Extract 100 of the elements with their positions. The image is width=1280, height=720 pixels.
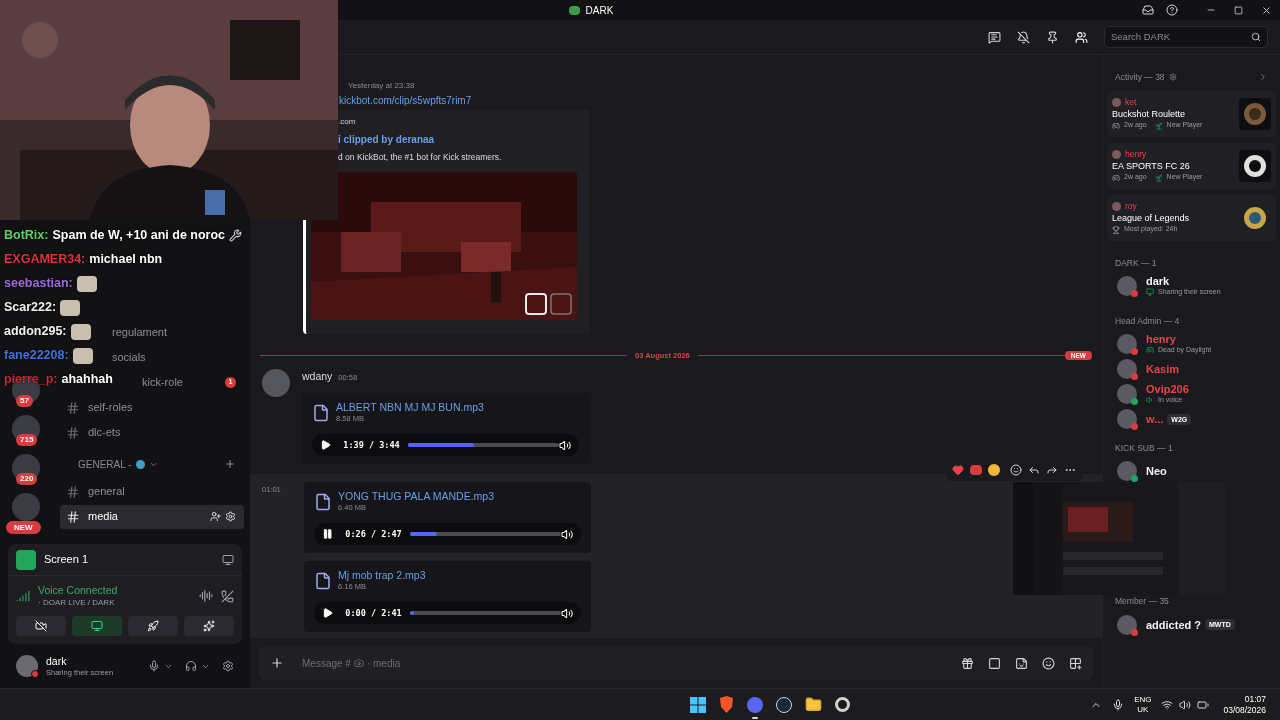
gift-icon[interactable] (961, 656, 974, 670)
chat-message: ahahhah (61, 371, 113, 389)
shield-app-icon[interactable] (719, 696, 735, 713)
forward-icon[interactable] (1046, 464, 1058, 476)
stop-stream-icon[interactable] (222, 553, 234, 566)
member-name: w... (1146, 413, 1164, 425)
language-code[interactable]: ENG (1134, 694, 1152, 705)
progress-track[interactable] (409, 611, 561, 615)
noise-icon[interactable] (199, 589, 213, 603)
microphone-icon[interactable] (1112, 698, 1125, 711)
embed-title[interactable]: i clipped by deranaa (338, 132, 590, 147)
search-field[interactable]: Search DARK (1104, 26, 1268, 48)
play-icon[interactable] (322, 607, 334, 619)
file-name-link[interactable]: ALBERT NBN MJ MJ BUN.mp3 (336, 401, 484, 414)
mute-icon[interactable] (1017, 30, 1030, 44)
audio-file-icon (314, 492, 332, 511)
attach-icon[interactable] (270, 656, 284, 670)
audio-file-icon (312, 403, 330, 422)
mention-count: 715 (16, 434, 38, 446)
wifi-icon[interactable] (1161, 698, 1174, 711)
chevron-right-icon[interactable] (1258, 72, 1268, 82)
apps-icon[interactable] (1069, 656, 1082, 670)
activity-user: henry (1125, 149, 1147, 161)
clip-link[interactable]: kickbot.com/clip/s5wpfts7rim7 (339, 95, 472, 106)
voice-control-button[interactable] (128, 616, 178, 636)
region-code[interactable]: UK (1137, 704, 1149, 715)
member-avatar (1117, 276, 1137, 297)
voice-channel[interactable]: · DOAR LIVE / DARK (38, 597, 118, 608)
members-icon[interactable] (1075, 30, 1088, 44)
category-label[interactable]: GENERAL - (78, 456, 132, 472)
reply-icon[interactable] (1028, 464, 1040, 476)
file-name-link[interactable]: Mj mob trap 2.mp3 (338, 569, 426, 582)
progress-track[interactable] (407, 443, 559, 447)
user-avatar[interactable] (16, 655, 38, 677)
hash-icon (66, 484, 80, 499)
chat-message: Spam de W, +10 ani de noroc (52, 227, 226, 245)
member-name: Kasim (1146, 363, 1180, 375)
volume-icon[interactable] (1179, 698, 1192, 711)
member-item[interactable]: Kasim (1107, 356, 1276, 382)
progress-track[interactable] (409, 532, 561, 536)
author-name[interactable]: wdany (302, 369, 333, 385)
member-avatar (1117, 460, 1137, 481)
grid-logo-icon[interactable] (690, 696, 707, 713)
clock-date[interactable]: 03/08/2026 (1223, 704, 1266, 716)
heart-icon[interactable] (952, 464, 964, 476)
invite-icon[interactable] (210, 511, 221, 522)
emoji-icon[interactable] (1042, 656, 1055, 670)
add-reaction-icon[interactable] (1010, 464, 1022, 476)
channel-item[interactable]: dlc-ets (60, 420, 244, 445)
voice-control-button[interactable] (72, 616, 122, 636)
signal-icon (16, 589, 30, 603)
member-group-header: Member — 35 (1114, 595, 1170, 608)
game-title: League of Legends (1112, 212, 1190, 225)
channel-item[interactable]: regulament (106, 320, 244, 345)
volume-icon[interactable] (558, 438, 571, 452)
pause-icon[interactable] (322, 528, 334, 540)
file-name-link[interactable]: YONG THUG PALA MANDE.mp3 (338, 490, 494, 503)
mention-count: 57 (16, 395, 33, 407)
activity-icon (1146, 396, 1154, 404)
voice-control-button[interactable] (16, 616, 66, 636)
disconnect-icon[interactable] (221, 589, 234, 603)
headphones-icon[interactable] (185, 660, 197, 672)
maximize-icon[interactable] (1234, 5, 1243, 15)
inbox-icon[interactable] (1142, 4, 1154, 16)
volume-icon[interactable] (560, 606, 573, 620)
window-title: DARK (585, 3, 614, 18)
channel-item[interactable]: socials (106, 345, 244, 370)
playback-time: 0:26 / 2:47 (345, 527, 402, 541)
ring-app-icon[interactable] (835, 697, 851, 712)
playback-time: 1:39 / 3:44 (343, 438, 400, 452)
chat-username: pierre_p: (4, 371, 58, 389)
clock-time[interactable]: 01:07 (1244, 693, 1266, 705)
voice-status[interactable]: Voice Connected (38, 584, 118, 597)
threads-icon[interactable] (988, 30, 1001, 44)
channel-item[interactable]: media (60, 504, 244, 529)
screen-title: Screen 1 (44, 552, 89, 568)
help-icon[interactable] (1166, 4, 1178, 16)
wrench-icon (229, 229, 243, 242)
camera-icon (35, 620, 47, 632)
battery-icon[interactable] (1197, 698, 1210, 711)
play-icon[interactable] (320, 439, 332, 451)
channel-item[interactable]: general (60, 479, 244, 504)
member-avatar (1117, 384, 1137, 404)
add-channel-icon[interactable] (224, 458, 236, 470)
controller-icon (1112, 173, 1120, 182)
settings-icon[interactable] (222, 660, 234, 672)
activity-user: ket (1125, 97, 1137, 109)
member-item[interactable]: Neo (1107, 458, 1276, 484)
sticker-icon[interactable] (1015, 656, 1028, 670)
gif-icon[interactable] (988, 656, 1001, 670)
volume-icon[interactable] (560, 527, 573, 541)
pin-icon[interactable] (1046, 30, 1059, 44)
game-title: EA SPORTS FC 26 (1112, 160, 1191, 173)
voice-control-button[interactable] (184, 616, 234, 636)
round-app-icon[interactable] (776, 696, 793, 713)
channel-item[interactable]: self-roles (60, 395, 244, 420)
microphone-icon[interactable] (148, 660, 160, 672)
camera-icon (353, 658, 364, 668)
close-icon[interactable] (1261, 4, 1272, 16)
folder-icon[interactable] (805, 696, 823, 713)
